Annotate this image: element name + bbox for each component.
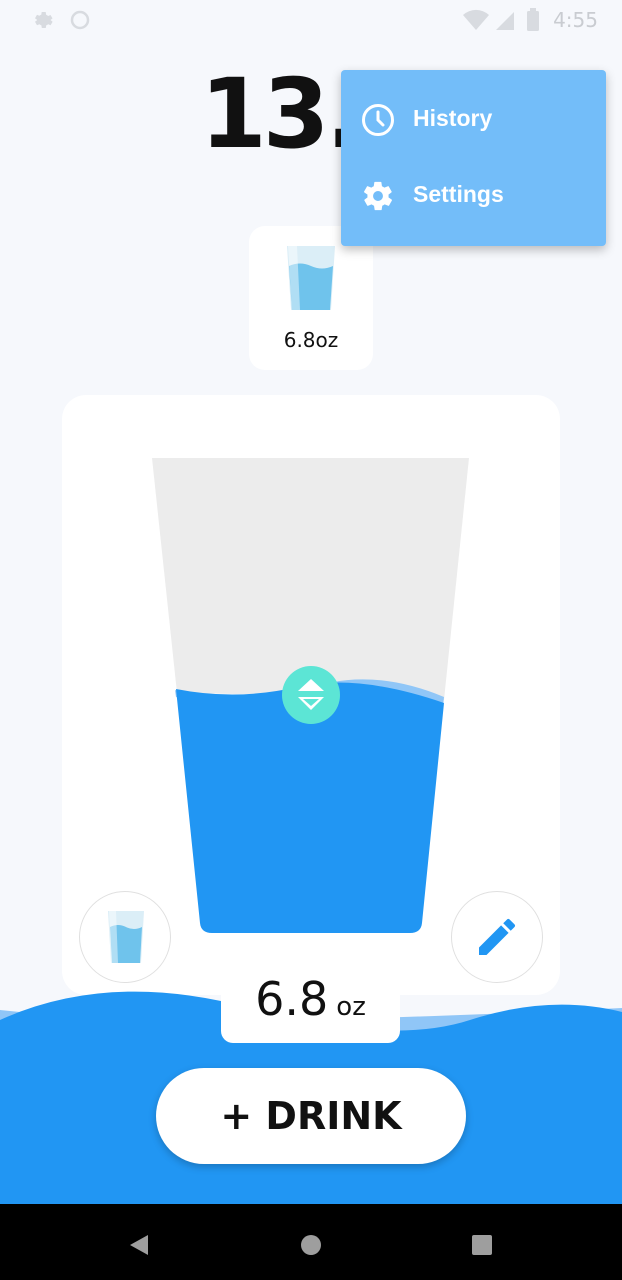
settings-status-icon — [35, 12, 53, 29]
menu-item-history[interactable]: History — [341, 83, 606, 159]
gear-icon — [364, 181, 392, 211]
cup-size-label: 6.8oz — [283, 328, 339, 352]
navigation-bar — [0, 1204, 622, 1280]
menu-item-label: History — [413, 105, 493, 131]
level-drag-handle[interactable] — [282, 666, 340, 724]
water-glass-icon — [287, 246, 335, 310]
battery-icon — [527, 8, 539, 31]
glass-empty-area — [152, 458, 469, 700]
glass-card — [62, 395, 560, 995]
edit-amount-button[interactable] — [451, 891, 543, 983]
drink-button[interactable]: + DRINK — [156, 1068, 466, 1164]
home-icon[interactable] — [300, 1234, 322, 1256]
recents-icon[interactable] — [472, 1235, 492, 1255]
water-glass-icon — [108, 911, 144, 963]
cup-selector-button[interactable] — [79, 891, 171, 983]
selected-cup-chip[interactable]: 6.8oz — [249, 226, 373, 370]
signal-icon — [496, 12, 514, 30]
menu-item-settings[interactable]: Settings — [341, 159, 606, 235]
status-time: 4:55 — [553, 8, 598, 32]
clock-icon — [362, 104, 394, 136]
pencil-icon — [479, 918, 515, 955]
status-bar: 4:55 — [0, 0, 622, 40]
amount-unit: oz — [336, 992, 366, 1022]
menu-item-label: Settings — [413, 181, 504, 207]
back-icon[interactable] — [128, 1233, 150, 1257]
sync-status-icon — [70, 10, 90, 30]
wifi-icon — [463, 9, 489, 30]
drink-amount-display: 6.8 oz — [221, 955, 400, 1043]
overflow-menu: History Settings — [341, 70, 606, 246]
amount-value: 6.8 — [255, 972, 329, 1026]
